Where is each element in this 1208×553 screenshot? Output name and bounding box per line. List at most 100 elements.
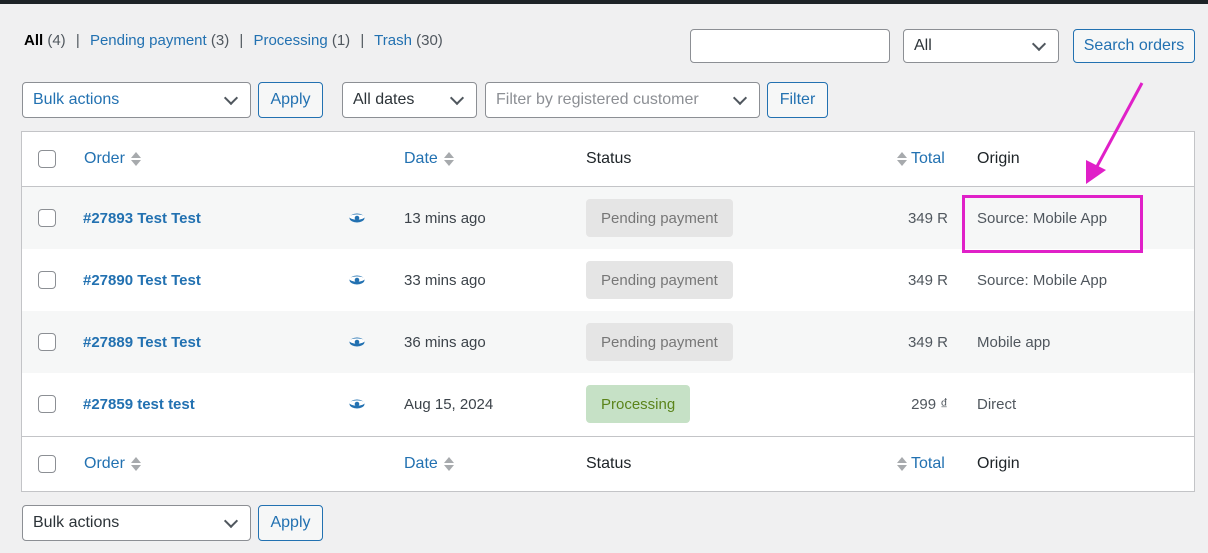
separator: | [239, 32, 244, 49]
row-checkbox[interactable] [38, 209, 56, 227]
order-cell: #27890 Test Test [83, 249, 201, 311]
order-date: 13 mins ago [404, 209, 486, 227]
order-cell: #27889 Test Test [83, 311, 201, 373]
order-link[interactable]: #27859 test test [83, 396, 195, 413]
status-cell: Processing [586, 373, 691, 435]
order-total: 349 R [907, 209, 948, 227]
apply-button[interactable]: Apply [258, 82, 323, 118]
order-link[interactable]: #27890 Test Test [83, 272, 201, 289]
order-date: 36 mins ago [404, 333, 486, 351]
column-total-label: Total [911, 150, 945, 167]
eye-icon[interactable] [349, 187, 365, 249]
annotation-highlight-box [962, 195, 1143, 253]
customer-filter-placeholder: Filter by registered customer [496, 91, 699, 108]
order-date: Aug 15, 2024 [404, 395, 494, 413]
bulk-actions-value: Bulk actions [33, 514, 120, 531]
order-origin: Mobile app [977, 333, 1051, 351]
column-status: Status [586, 455, 632, 472]
chevron-down-icon [1031, 36, 1047, 51]
date-filter-value: All dates [353, 91, 415, 108]
column-date-label: Date [404, 455, 438, 472]
chevron-down-icon [449, 90, 465, 105]
bulk-actions-select-bottom[interactable]: Bulk actions [22, 505, 251, 541]
column-total-label: Total [911, 455, 945, 472]
view-pending-count: (3) [210, 32, 230, 49]
order-cell: #27893 Test Test [83, 187, 201, 249]
sort-arrows-icon [897, 152, 907, 166]
row-checkbox-cell [38, 187, 56, 249]
column-origin: Origin [977, 150, 1020, 167]
table-row[interactable]: #27889 Test Test 36 mins ago Pending payme… [22, 311, 1194, 373]
search-type-value: All [914, 37, 932, 54]
row-checkbox-cell [38, 311, 56, 373]
bulk-actions-select[interactable]: Bulk actions [22, 82, 251, 118]
view-all[interactable]: All [24, 32, 43, 49]
apply-button-bottom[interactable]: Apply [258, 505, 323, 541]
table-row[interactable]: #27859 test test Aug 15, 2024 Processing 29… [22, 373, 1194, 435]
chevron-down-icon [732, 90, 748, 105]
column-status: Status [586, 150, 632, 167]
search-orders-button[interactable]: Search orders [1073, 29, 1195, 63]
table-footer: Order Date Status Total Origin [22, 436, 1194, 491]
top-admin-bar [0, 0, 1208, 4]
sort-arrows-icon [443, 457, 454, 471]
annotation-arrow-icon [1086, 82, 1144, 184]
column-order-label: Order [84, 150, 125, 167]
eye-icon[interactable] [349, 311, 365, 373]
order-link[interactable]: #27893 Test Test [83, 210, 201, 227]
column-total[interactable]: Total [897, 437, 945, 491]
order-link[interactable]: #27889 Test Test [83, 334, 201, 351]
order-total: 349 R [907, 271, 948, 289]
column-order[interactable]: Order [84, 132, 141, 186]
view-processing[interactable]: Processing [253, 32, 327, 49]
date-filter-select[interactable]: All dates [342, 82, 477, 118]
order-date: 33 mins ago [404, 271, 486, 289]
view-processing-count: (1) [331, 32, 351, 49]
bulk-actions-value: Bulk actions [33, 91, 120, 108]
order-total: 299 ₫ [911, 395, 948, 413]
select-all-checkbox[interactable] [38, 150, 56, 168]
order-cell: #27859 test test [83, 373, 195, 435]
column-date-label: Date [404, 150, 438, 167]
separator: | [360, 32, 365, 49]
status-badge: Pending payment [586, 261, 733, 299]
column-total[interactable]: Total [897, 132, 945, 186]
column-date[interactable]: Date [404, 132, 454, 186]
sort-arrows-icon [130, 152, 141, 166]
order-total: 349 R [907, 333, 948, 351]
select-all-cell [38, 132, 56, 186]
sort-arrows-icon [897, 457, 907, 471]
orders-table: Order Date Status Total Origin #27893 Te… [21, 131, 1195, 492]
row-checkbox[interactable] [38, 271, 56, 289]
column-order[interactable]: Order [84, 437, 141, 491]
search-input[interactable] [690, 29, 890, 63]
customer-filter-select[interactable]: Filter by registered customer [485, 82, 760, 118]
column-date[interactable]: Date [404, 437, 454, 491]
view-all-count: (4) [47, 32, 66, 49]
search-type-select[interactable]: All [903, 29, 1059, 63]
row-checkbox-cell [38, 373, 56, 435]
status-badge: Pending payment [586, 199, 733, 237]
select-all-cell [38, 437, 56, 491]
eye-icon[interactable] [349, 249, 365, 311]
order-origin: Direct [977, 395, 1017, 413]
select-all-checkbox[interactable] [38, 455, 56, 473]
status-filter-links: All (4) | Pending payment (3) | Processi… [24, 32, 443, 49]
filter-button[interactable]: Filter [767, 82, 828, 118]
chevron-down-icon [223, 90, 239, 105]
view-pending-payment[interactable]: Pending payment [90, 32, 207, 49]
sort-arrows-icon [443, 152, 454, 166]
column-origin: Origin [977, 455, 1020, 472]
row-checkbox-cell [38, 249, 56, 311]
row-checkbox[interactable] [38, 333, 56, 351]
status-cell: Pending payment [586, 187, 733, 249]
chevron-down-icon [223, 513, 239, 528]
order-origin: Source: Mobile App [977, 271, 1108, 289]
separator: | [75, 32, 80, 49]
table-header: Order Date Status Total Origin [22, 132, 1194, 187]
eye-icon[interactable] [349, 373, 365, 435]
table-row[interactable]: #27890 Test Test 33 mins ago Pending payme… [22, 249, 1194, 311]
row-checkbox[interactable] [38, 395, 56, 413]
sort-arrows-icon [130, 457, 141, 471]
view-trash[interactable]: Trash [374, 32, 412, 49]
